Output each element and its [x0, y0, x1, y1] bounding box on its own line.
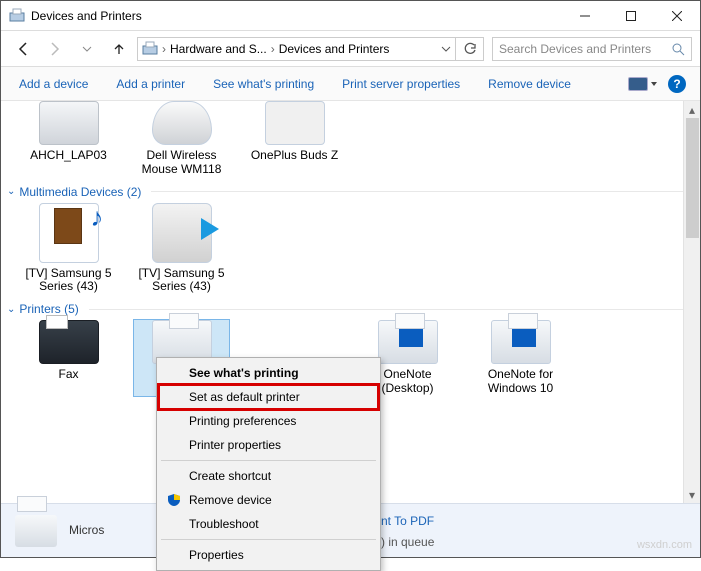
media-device-icon: [39, 203, 99, 263]
printer-icon: [378, 320, 438, 364]
address-dropdown-button[interactable]: [441, 44, 451, 54]
group-title: Printers (5): [19, 302, 78, 316]
devices-printers-icon: [142, 41, 158, 57]
status-selected-name: Micros: [69, 523, 104, 539]
scrollbar-thumb[interactable]: [686, 118, 699, 238]
laptop-icon: [39, 101, 99, 145]
printer-label: OneNote for Windows 10: [473, 368, 568, 396]
chevron-right-icon[interactable]: ›: [271, 42, 275, 56]
device-item[interactable]: [TV] Samsung 5 Series (43): [21, 203, 116, 295]
breadcrumb-hardware[interactable]: Hardware and S...: [170, 42, 267, 56]
menu-printer-properties[interactable]: Printer properties: [159, 433, 378, 457]
scroll-down-button[interactable]: ▾: [684, 486, 700, 503]
menu-set-default-printer[interactable]: Set as default printer: [159, 385, 378, 409]
status-link-fragment[interactable]: nt To PDF: [381, 514, 434, 528]
navigation-bar: › Hardware and S... › Devices and Printe…: [1, 31, 700, 67]
earbuds-icon: [265, 101, 325, 145]
shield-icon: [167, 493, 181, 507]
menu-printing-preferences[interactable]: Printing preferences: [159, 409, 378, 433]
watermark: wsxdn.com: [637, 539, 692, 551]
printer-item-fax[interactable]: Fax: [21, 320, 116, 396]
refresh-button[interactable]: [456, 37, 484, 61]
forward-button[interactable]: [41, 35, 69, 63]
vertical-scrollbar[interactable]: ▴ ▾: [683, 101, 700, 503]
menu-separator: [161, 539, 376, 540]
view-options-button[interactable]: [628, 77, 658, 91]
titlebar: Devices and Printers: [1, 1, 700, 31]
search-placeholder: Search Devices and Printers: [499, 42, 665, 56]
fax-icon: [39, 320, 99, 364]
menu-see-printing[interactable]: See what's printing: [159, 361, 378, 385]
media-renderer-icon: [152, 203, 212, 263]
printer-icon: [491, 320, 551, 364]
devices-printers-icon: [9, 8, 25, 24]
chevron-down-icon: ⌄: [7, 304, 15, 315]
minimize-button[interactable]: [562, 1, 608, 31]
help-button[interactable]: ?: [668, 75, 686, 93]
add-device-button[interactable]: Add a device: [5, 67, 102, 101]
menu-remove-device[interactable]: Remove device: [159, 488, 378, 512]
printer-icon: [15, 515, 57, 547]
maximize-button[interactable]: [608, 1, 654, 31]
close-button[interactable]: [654, 1, 700, 31]
print-server-properties-button[interactable]: Print server properties: [328, 67, 474, 101]
menu-troubleshoot[interactable]: Troubleshoot: [159, 512, 378, 536]
up-button[interactable]: [105, 35, 133, 63]
device-label: Dell Wireless Mouse WM118: [134, 149, 229, 177]
chevron-right-icon[interactable]: ›: [162, 42, 166, 56]
window-title: Devices and Printers: [31, 9, 562, 23]
breadcrumb-devices-printers[interactable]: Devices and Printers: [279, 42, 390, 56]
see-whats-printing-button[interactable]: See what's printing: [199, 67, 328, 101]
address-bar[interactable]: › Hardware and S... › Devices and Printe…: [137, 37, 456, 61]
search-input[interactable]: Search Devices and Printers: [492, 37, 692, 61]
device-label: OnePlus Buds Z: [247, 149, 342, 163]
menu-create-shortcut[interactable]: Create shortcut: [159, 464, 378, 488]
chevron-down-icon: ⌄: [7, 186, 15, 197]
status-queue-fragment: ) in queue: [381, 535, 434, 549]
context-menu: See what's printing Set as default print…: [156, 357, 381, 571]
device-item[interactable]: Dell Wireless Mouse WM118: [134, 101, 229, 177]
recent-locations-button[interactable]: [73, 35, 101, 63]
device-item[interactable]: [TV] Samsung 5 Series (43): [134, 203, 229, 295]
search-icon: [671, 42, 685, 56]
scroll-up-button[interactable]: ▴: [684, 101, 700, 118]
group-header-multimedia[interactable]: ⌄ Multimedia Devices (2): [1, 181, 700, 201]
device-label: AHCH_LAP03: [21, 149, 116, 163]
printer-label: Fax: [21, 368, 116, 382]
command-bar: Add a device Add a printer See what's pr…: [1, 67, 700, 101]
back-button[interactable]: [9, 35, 37, 63]
menu-properties[interactable]: Properties: [159, 543, 378, 567]
group-title: Multimedia Devices (2): [19, 185, 141, 199]
mouse-icon: [152, 101, 212, 145]
printer-item-onenote-win10[interactable]: OneNote for Windows 10: [473, 320, 568, 396]
add-printer-button[interactable]: Add a printer: [102, 67, 199, 101]
menu-separator: [161, 460, 376, 461]
group-header-printers[interactable]: ⌄ Printers (5): [1, 298, 700, 318]
device-item[interactable]: OnePlus Buds Z: [247, 101, 342, 177]
device-label: [TV] Samsung 5 Series (43): [134, 267, 229, 295]
menu-label: Remove device: [189, 493, 272, 507]
device-item[interactable]: AHCH_LAP03: [21, 101, 116, 177]
device-label: [TV] Samsung 5 Series (43): [21, 267, 116, 295]
remove-device-button[interactable]: Remove device: [474, 67, 585, 101]
